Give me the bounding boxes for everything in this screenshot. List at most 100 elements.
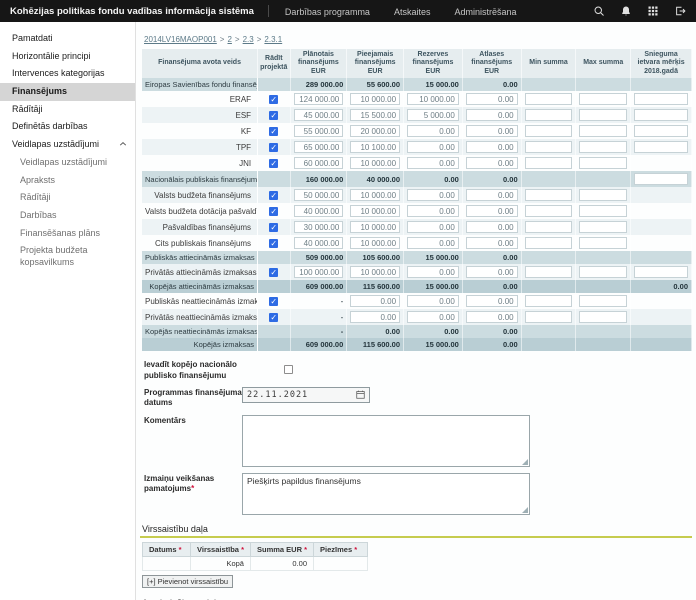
max-sum-input[interactable]	[579, 125, 627, 137]
topbar-menu-administr-ana[interactable]: Administrēšana	[454, 7, 516, 17]
show-in-project-checkbox[interactable]: ✓	[269, 191, 278, 200]
available-input[interactable]	[350, 205, 400, 217]
performance-target-input[interactable]	[634, 109, 688, 121]
reserve-input[interactable]	[407, 266, 459, 278]
sidebar-item-veidlapas-uzst-d-jumi[interactable]: Veidlapas uzstādījumi	[0, 136, 135, 154]
show-in-project-checkbox[interactable]: ✓	[269, 239, 278, 248]
available-input[interactable]	[350, 295, 400, 307]
min-sum-input[interactable]	[525, 237, 573, 249]
planned-input[interactable]	[294, 205, 344, 217]
show-in-project-checkbox[interactable]: ✓	[269, 111, 278, 120]
performance-target-input[interactable]	[634, 93, 688, 105]
available-input[interactable]	[350, 237, 400, 249]
max-sum-input[interactable]	[579, 295, 627, 307]
show-in-project-checkbox[interactable]: ✓	[269, 268, 278, 277]
show-in-project-checkbox[interactable]: ✓	[269, 143, 278, 152]
min-sum-input[interactable]	[525, 189, 573, 201]
reserve-input[interactable]	[407, 93, 459, 105]
change-reason-textarea[interactable]: Piešķirts papildus finansējums	[242, 473, 530, 515]
sidebar-subitem-finans-anas-pl-ns[interactable]: Finansēšanas plāns	[0, 225, 135, 243]
selection-input[interactable]	[466, 157, 518, 169]
reserve-input[interactable]	[407, 157, 459, 169]
selection-input[interactable]	[466, 93, 518, 105]
reserve-input[interactable]	[407, 189, 459, 201]
max-sum-input[interactable]	[579, 157, 627, 169]
available-input[interactable]	[350, 311, 400, 323]
available-input[interactable]	[350, 109, 400, 121]
add-virssaistiba-button[interactable]: [+] Pievienot virssaistību	[142, 575, 233, 588]
available-input[interactable]	[350, 141, 400, 153]
planned-input[interactable]	[294, 109, 344, 121]
sidebar-subitem-apraksts[interactable]: Apraksts	[0, 172, 135, 190]
app-switcher-icon[interactable]	[647, 5, 659, 17]
show-in-project-checkbox[interactable]: ✓	[269, 159, 278, 168]
program-date-input[interactable]: 22.11.2021	[242, 387, 370, 403]
show-in-project-checkbox[interactable]: ✓	[269, 313, 278, 322]
reserve-input[interactable]	[407, 295, 459, 307]
sidebar-item-defin-t-s-darb-bas[interactable]: Definētās darbības	[0, 118, 135, 136]
show-in-project-checkbox[interactable]: ✓	[269, 297, 278, 306]
sidebar-subitem-darb-bas[interactable]: Darbības	[0, 207, 135, 225]
available-input[interactable]	[350, 189, 400, 201]
performance-target-input[interactable]	[634, 125, 688, 137]
show-in-project-checkbox[interactable]: ✓	[269, 127, 278, 136]
search-icon[interactable]	[593, 5, 605, 17]
max-sum-input[interactable]	[579, 205, 627, 217]
selection-input[interactable]	[466, 109, 518, 121]
min-sum-input[interactable]	[525, 141, 573, 153]
planned-input[interactable]	[294, 189, 344, 201]
show-in-project-checkbox[interactable]: ✓	[269, 95, 278, 104]
selection-input[interactable]	[466, 311, 518, 323]
show-in-project-checkbox[interactable]: ✓	[269, 223, 278, 232]
breadcrumb-link-2[interactable]: 2	[227, 35, 231, 44]
sidebar-item-intervences-kategorijas[interactable]: Intervences kategorijas	[0, 65, 135, 83]
min-sum-input[interactable]	[525, 266, 573, 278]
max-sum-input[interactable]	[579, 189, 627, 201]
min-sum-input[interactable]	[525, 221, 573, 233]
logout-icon[interactable]	[674, 5, 686, 17]
reserve-input[interactable]	[407, 109, 459, 121]
sidebar-subitem-veidlapas-uzst-d-jumi[interactable]: Veidlapas uzstādījumi	[0, 154, 135, 172]
reserve-input[interactable]	[407, 237, 459, 249]
max-sum-input[interactable]	[579, 266, 627, 278]
selection-input[interactable]	[466, 125, 518, 137]
notifications-icon[interactable]	[620, 5, 632, 17]
reserve-input[interactable]	[407, 141, 459, 153]
reserve-input[interactable]	[407, 125, 459, 137]
comment-textarea[interactable]	[242, 415, 530, 467]
reserve-input[interactable]	[407, 311, 459, 323]
breadcrumb-link-2-3-1[interactable]: 2.3.1	[264, 35, 282, 44]
available-input[interactable]	[350, 266, 400, 278]
reserve-input[interactable]	[407, 221, 459, 233]
sidebar-subitem-r-d-t-ji[interactable]: Rādītāji	[0, 189, 135, 207]
performance-target-input[interactable]	[634, 173, 688, 185]
sidebar-item-finans-jums[interactable]: Finansējums	[0, 83, 135, 101]
selection-input[interactable]	[466, 205, 518, 217]
performance-target-input[interactable]	[634, 266, 688, 278]
selection-input[interactable]	[466, 141, 518, 153]
selection-input[interactable]	[466, 295, 518, 307]
min-sum-input[interactable]	[525, 157, 573, 169]
available-input[interactable]	[350, 93, 400, 105]
breadcrumb-link-2-3[interactable]: 2.3	[243, 35, 254, 44]
max-sum-input[interactable]	[579, 221, 627, 233]
sidebar-item-pamatdati[interactable]: Pamatdati	[0, 30, 135, 48]
selection-input[interactable]	[466, 237, 518, 249]
sidebar-subitem-projekta-bud-eta-kopsavilkums[interactable]: Projekta budžeta kopsavilkums	[0, 242, 135, 271]
national-total-checkbox[interactable]	[284, 365, 293, 374]
max-sum-input[interactable]	[579, 237, 627, 249]
sidebar-item-r-d-t-ji[interactable]: Rādītāji	[0, 101, 135, 119]
max-sum-input[interactable]	[579, 109, 627, 121]
min-sum-input[interactable]	[525, 125, 573, 137]
planned-input[interactable]	[294, 141, 344, 153]
topbar-menu-atskaites[interactable]: Atskaites	[394, 7, 431, 17]
planned-input[interactable]	[294, 125, 344, 137]
max-sum-input[interactable]	[579, 311, 627, 323]
selection-input[interactable]	[466, 266, 518, 278]
min-sum-input[interactable]	[525, 93, 573, 105]
planned-input[interactable]	[294, 221, 344, 233]
selection-input[interactable]	[466, 221, 518, 233]
topbar-menu-darb-bas-programma[interactable]: Darbības programma	[285, 7, 370, 17]
show-in-project-checkbox[interactable]: ✓	[269, 207, 278, 216]
sidebar-item-horizont-lie-principi[interactable]: Horizontālie principi	[0, 48, 135, 66]
